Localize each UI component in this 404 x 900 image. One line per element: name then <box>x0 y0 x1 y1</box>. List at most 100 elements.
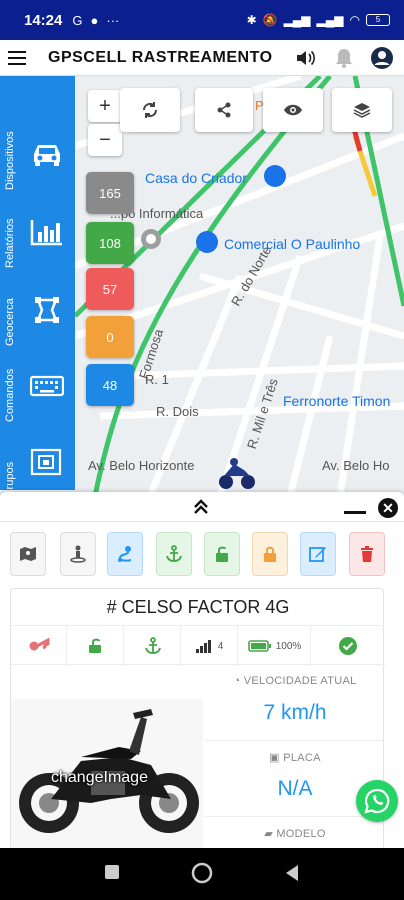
zoom-in-button[interactable]: + <box>88 90 122 122</box>
ignition-status <box>11 626 67 666</box>
sidebar-item-dispositivos[interactable]: Dispositivos <box>0 116 75 196</box>
speedometer-icon: ◔ <box>233 675 241 687</box>
refresh-button[interactable] <box>120 88 180 132</box>
street-view-button[interactable] <box>60 532 96 576</box>
lock-button[interactable] <box>252 532 288 576</box>
chevron-double-up-icon[interactable] <box>193 498 209 516</box>
minimize-icon[interactable] <box>344 511 366 514</box>
bluetooth-icon: ✱ <box>246 13 257 27</box>
map-marker-icon <box>20 547 36 561</box>
keyboard-icon <box>30 375 64 397</box>
share-button[interactable] <box>195 88 253 132</box>
battery-full-icon <box>247 640 271 652</box>
vehicle-marker-icon[interactable] <box>216 456 256 492</box>
poi-ferronorte[interactable]: Ferronorte Timon <box>283 393 390 409</box>
anchor-status <box>125 626 181 666</box>
key-icon <box>29 638 49 651</box>
signal-bars-icon <box>195 640 211 653</box>
unlock-icon <box>88 638 101 653</box>
whatsapp-icon <box>364 788 390 814</box>
google-icon: G <box>72 12 83 28</box>
anchor-icon <box>166 545 182 562</box>
delete-button[interactable] <box>349 532 385 576</box>
home-icon[interactable] <box>191 862 213 884</box>
bell-icon[interactable] <box>330 44 358 72</box>
edit-icon <box>309 547 326 562</box>
street-r-dois: R. Dois <box>156 404 199 419</box>
recent-apps-icon[interactable] <box>104 864 120 880</box>
zoom-out-button[interactable]: − <box>88 124 122 156</box>
sidebar-item-label: Dispositivos <box>4 131 16 190</box>
sidebar-item-label: Geocerca <box>4 298 16 346</box>
bar-chart-icon <box>30 220 62 246</box>
visibility-button[interactable] <box>263 88 323 132</box>
group-icon <box>30 448 62 476</box>
volume-icon[interactable] <box>292 44 320 72</box>
model-label: MODELO <box>276 828 326 840</box>
battery-value: 100% <box>275 640 302 652</box>
signal-icon-2: ▂▄▆ <box>316 13 344 27</box>
anchor-button[interactable] <box>156 532 192 576</box>
signal-icon: ▂▄▆ <box>283 13 311 27</box>
unlock-icon <box>216 546 228 562</box>
status-bar: 14:24 G ● ··· ✱ 🔕 ▂▄▆ ▂▄▆ ◠ 5 <box>0 0 404 40</box>
counter-idle[interactable]: 0 <box>86 316 134 358</box>
counter-moving[interactable]: 48 <box>86 364 134 406</box>
street-belo-horizonte: Av. Belo Horizonte <box>88 458 195 473</box>
street-belo-horizonte-2: Av. Belo Ho <box>322 458 390 473</box>
back-icon[interactable] <box>284 864 300 882</box>
trash-icon <box>361 546 373 562</box>
check-circle-icon <box>339 637 357 655</box>
battery-status: 100% <box>239 626 311 666</box>
unlock-button[interactable] <box>204 532 240 576</box>
more-dots-icon: ··· <box>106 12 120 28</box>
side-navigation: Dispositivos Relatórios Geocerca Comando… <box>0 76 75 498</box>
device-name: # CELSO FACTOR 4G <box>106 597 290 617</box>
polygon-icon <box>35 297 59 323</box>
speed-row: ◔ VELOCIDADE ATUAL 7 km/h <box>205 665 385 741</box>
menu-icon[interactable] <box>8 50 26 65</box>
lock-icon <box>264 546 276 562</box>
mute-icon: 🔕 <box>262 13 278 27</box>
signal-value: 4 <box>217 640 224 652</box>
account-icon[interactable] <box>368 44 396 72</box>
counter-online[interactable]: 108 <box>86 222 134 264</box>
battery-icon: 5 <box>366 14 390 26</box>
counter-total[interactable]: 165 <box>86 172 134 214</box>
sidebar-item-relatorios[interactable]: Relatórios <box>0 194 75 274</box>
app-title: GPSCELL RASTREAMENTO <box>48 48 273 66</box>
counter-offline[interactable]: 57 <box>86 268 134 310</box>
sidebar-item-label: Relatórios <box>4 218 16 268</box>
signal-status: 4 <box>182 626 238 666</box>
system-navigation-bar <box>0 848 404 900</box>
change-image-label[interactable]: changeImage <box>51 769 148 787</box>
device-bottom-sheet: ✕ # CELSO FACTOR 4G 4 100% changeImage ◔… <box>0 492 404 851</box>
map-location-button[interactable] <box>10 532 46 576</box>
wifi-icon: ◠ <box>349 13 360 27</box>
plate-label: PLACA <box>283 752 321 764</box>
sidebar-item-geocerca[interactable]: Geocerca <box>0 272 75 352</box>
car-icon <box>34 145 60 166</box>
route-icon <box>118 546 132 562</box>
share-icon <box>217 102 231 118</box>
layers-icon <box>353 103 371 118</box>
route-button[interactable] <box>107 532 143 576</box>
device-photo[interactable]: changeImage <box>11 699 203 851</box>
speed-value: 7 km/h <box>263 701 327 724</box>
edit-button[interactable] <box>300 532 336 576</box>
chat-bubble-icon: ● <box>90 12 99 28</box>
close-icon[interactable]: ✕ <box>378 498 398 518</box>
action-toolbar <box>10 532 394 576</box>
poi-comercial[interactable]: Comercial O Paulinho <box>224 236 360 252</box>
whatsapp-button[interactable] <box>356 780 398 822</box>
online-status <box>311 626 385 666</box>
layers-button[interactable] <box>332 88 392 132</box>
anchor-icon <box>144 637 161 654</box>
street-view-icon <box>70 545 86 563</box>
speed-label: VELOCIDADE ATUAL <box>243 675 357 687</box>
poi-casa-do-criador[interactable]: Casa do Criador <box>145 170 247 186</box>
id-card-icon: ▣ <box>269 752 280 764</box>
lock-status <box>68 626 124 666</box>
sidebar-item-comandos[interactable]: Comandos <box>0 348 75 428</box>
sheet-handle[interactable]: ✕ <box>0 492 404 522</box>
